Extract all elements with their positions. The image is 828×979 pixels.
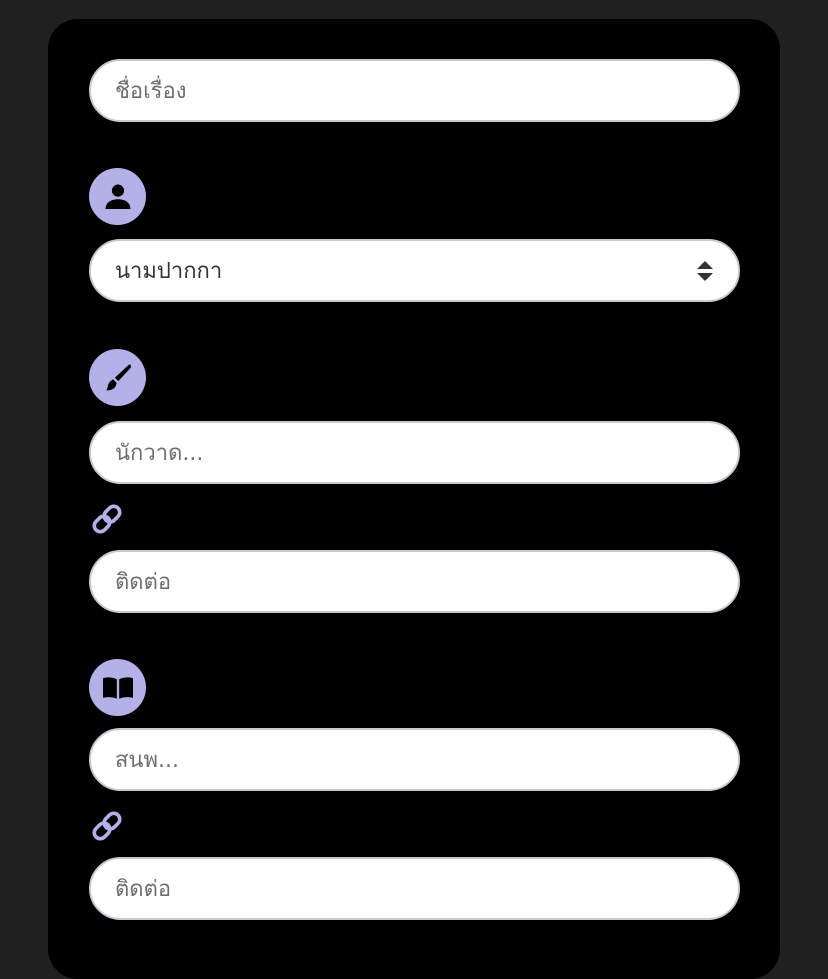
title-input-placeholder: ชื่อเรื่อง <box>115 79 187 104</box>
book-icon <box>89 659 146 716</box>
sort-icon <box>697 260 713 281</box>
link-icon <box>92 811 122 841</box>
publisher-input-placeholder: สนพ... <box>115 748 179 773</box>
penname-select-value: นามปากกา <box>115 259 223 284</box>
paintbrush-icon <box>89 349 146 406</box>
user-icon <box>89 168 146 225</box>
illustrator-contact-input[interactable]: ติดต่อ <box>89 550 740 613</box>
title-input[interactable]: ชื่อเรื่อง <box>89 59 740 122</box>
publisher-contact-input[interactable]: ติดต่อ <box>89 857 740 920</box>
illustrator-input[interactable]: นักวาด... <box>89 421 740 484</box>
publisher-contact-placeholder: ติดต่อ <box>115 877 172 902</box>
publisher-input[interactable]: สนพ... <box>89 728 740 791</box>
link-icon <box>92 504 122 534</box>
form-panel <box>48 19 780 979</box>
penname-select[interactable]: นามปากกา <box>89 239 740 302</box>
illustrator-contact-placeholder: ติดต่อ <box>115 570 172 595</box>
illustrator-input-placeholder: นักวาด... <box>115 441 204 466</box>
